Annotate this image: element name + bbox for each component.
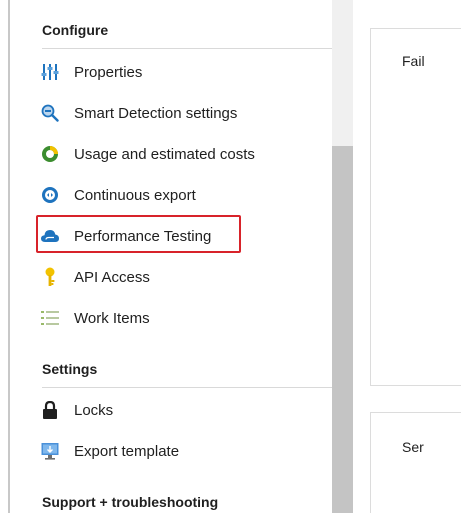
lock-icon: [40, 400, 60, 420]
section-divider: [42, 387, 332, 388]
section-divider: [42, 48, 332, 49]
failures-card[interactable]: Fail: [370, 28, 461, 386]
sidebar-item-locks[interactable]: Locks: [30, 392, 330, 428]
usage-costs-icon: [40, 144, 60, 164]
sidebar-item-continuous-export[interactable]: Continuous export: [30, 177, 330, 213]
sidebar-item-label: Smart Detection settings: [74, 104, 238, 122]
sidebar-scrollbar-thumb[interactable]: [332, 146, 353, 513]
sidebar-item-usage-costs[interactable]: Usage and estimated costs: [30, 136, 330, 172]
sidebar-item-label: Continuous export: [74, 186, 196, 204]
left-edge-rule: [8, 0, 10, 513]
sidebar-item-label: API Access: [74, 268, 150, 286]
section-header-support-troubleshooting: Support + troubleshooting: [42, 494, 219, 510]
export-template-icon: [40, 441, 60, 461]
performance-testing-highlight: [36, 215, 241, 253]
sidebar-item-label: Locks: [74, 401, 114, 419]
sidebar-item-export-template[interactable]: Export template: [30, 433, 330, 469]
sidebar-item-work-items[interactable]: Work Items: [30, 300, 330, 336]
section-header-configure: Configure: [42, 22, 109, 38]
sidebar-item-label: Usage and estimated costs: [74, 145, 255, 163]
properties-icon: [40, 62, 60, 82]
sidebar-item-label: Properties: [74, 63, 143, 81]
sidebar-item-properties[interactable]: Properties: [30, 54, 330, 90]
card-title: Ser: [402, 439, 424, 455]
section-header-settings: Settings: [42, 361, 98, 377]
resource-menu-sidebar: Configure Properties Smart Detection set…: [12, 0, 332, 513]
sidebar-item-api-access[interactable]: API Access: [30, 259, 330, 295]
server-card[interactable]: Ser: [370, 412, 461, 513]
smart-detection-icon: [40, 103, 60, 123]
sidebar-item-label: Work Items: [74, 309, 150, 327]
sidebar-item-smart-detection[interactable]: Smart Detection settings: [30, 95, 330, 131]
card-title: Fail: [402, 53, 425, 69]
sidebar-item-label: Export template: [74, 442, 180, 460]
key-icon: [40, 267, 60, 287]
work-items-icon: [40, 308, 60, 328]
continuous-export-icon: [40, 185, 60, 205]
